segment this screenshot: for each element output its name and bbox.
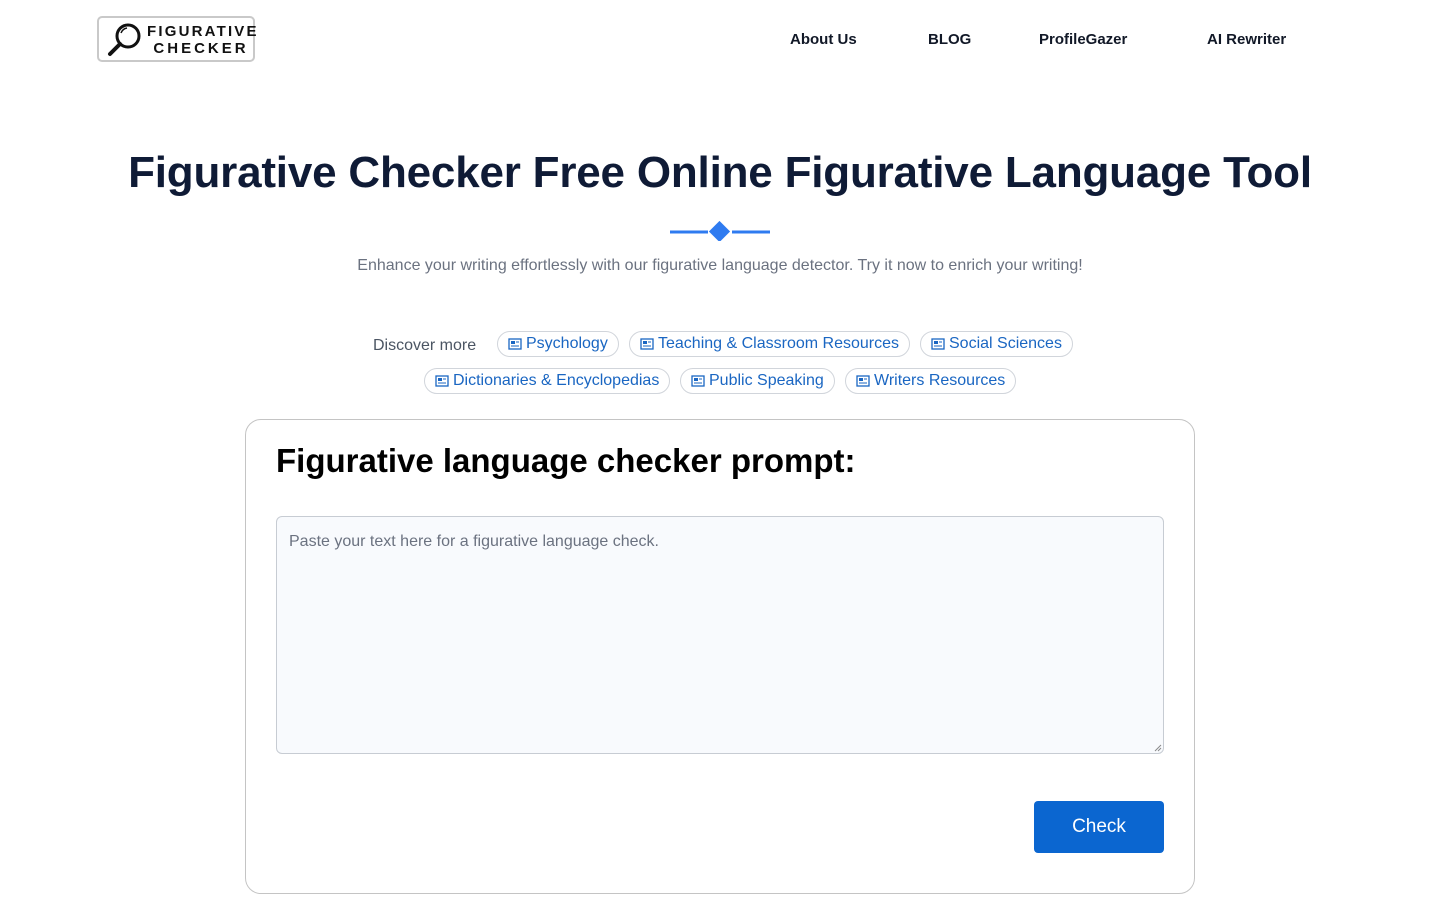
chip-label: Public Speaking <box>709 372 824 389</box>
page-title: Figurative Checker Free Online Figurativ… <box>128 148 1312 197</box>
site-header: FIGURATIVE CHECKER About Us BLOG Profile… <box>0 0 1440 80</box>
title-divider <box>670 221 770 241</box>
logo-wordmark: FIGURATIVE CHECKER <box>147 23 259 57</box>
chip-label: Dictionaries & Encyclopedias <box>453 372 660 389</box>
newspaper-icon <box>435 375 449 387</box>
newspaper-icon <box>640 338 654 350</box>
check-button[interactable]: Check <box>1034 801 1164 853</box>
newspaper-icon <box>856 375 870 387</box>
resize-handle-icon[interactable] <box>1154 744 1162 752</box>
page-subtitle: Enhance your writing effortlessly with o… <box>357 257 1083 274</box>
magnifier-icon <box>108 23 141 56</box>
chip-psychology[interactable]: Psychology <box>497 331 619 357</box>
nav-ai-rewriter[interactable]: AI Rewriter <box>1207 31 1286 48</box>
checker-card: Figurative language checker prompt: Chec… <box>245 419 1195 894</box>
chip-teaching-classroom-resources[interactable]: Teaching & Classroom Resources <box>629 331 910 357</box>
nav-profilegazer[interactable]: ProfileGazer <box>1039 31 1127 48</box>
nav-about-us[interactable]: About Us <box>790 31 857 48</box>
discover-more-label: Discover more <box>373 337 477 354</box>
chip-writers-resources[interactable]: Writers Resources <box>845 368 1017 394</box>
newspaper-icon <box>508 338 522 350</box>
newspaper-icon <box>691 375 705 387</box>
checker-heading: Figurative language checker prompt: <box>276 442 856 479</box>
chip-label: Teaching & Classroom Resources <box>658 335 899 352</box>
nav-blog[interactable]: BLOG <box>928 31 971 48</box>
logo-line-1: FIGURATIVE <box>147 23 259 40</box>
newspaper-icon <box>931 338 945 350</box>
chip-label: Writers Resources <box>874 372 1006 389</box>
text-input[interactable] <box>276 516 1164 754</box>
chip-public-speaking[interactable]: Public Speaking <box>680 368 835 394</box>
logo-line-2: CHECKER <box>153 40 249 57</box>
site-logo[interactable]: FIGURATIVE CHECKER <box>97 16 259 62</box>
chip-label: Social Sciences <box>949 335 1062 352</box>
chip-dictionaries-encyclopedias[interactable]: Dictionaries & Encyclopedias <box>424 368 671 394</box>
chip-label: Psychology <box>526 335 608 352</box>
chip-social-sciences[interactable]: Social Sciences <box>920 331 1073 357</box>
